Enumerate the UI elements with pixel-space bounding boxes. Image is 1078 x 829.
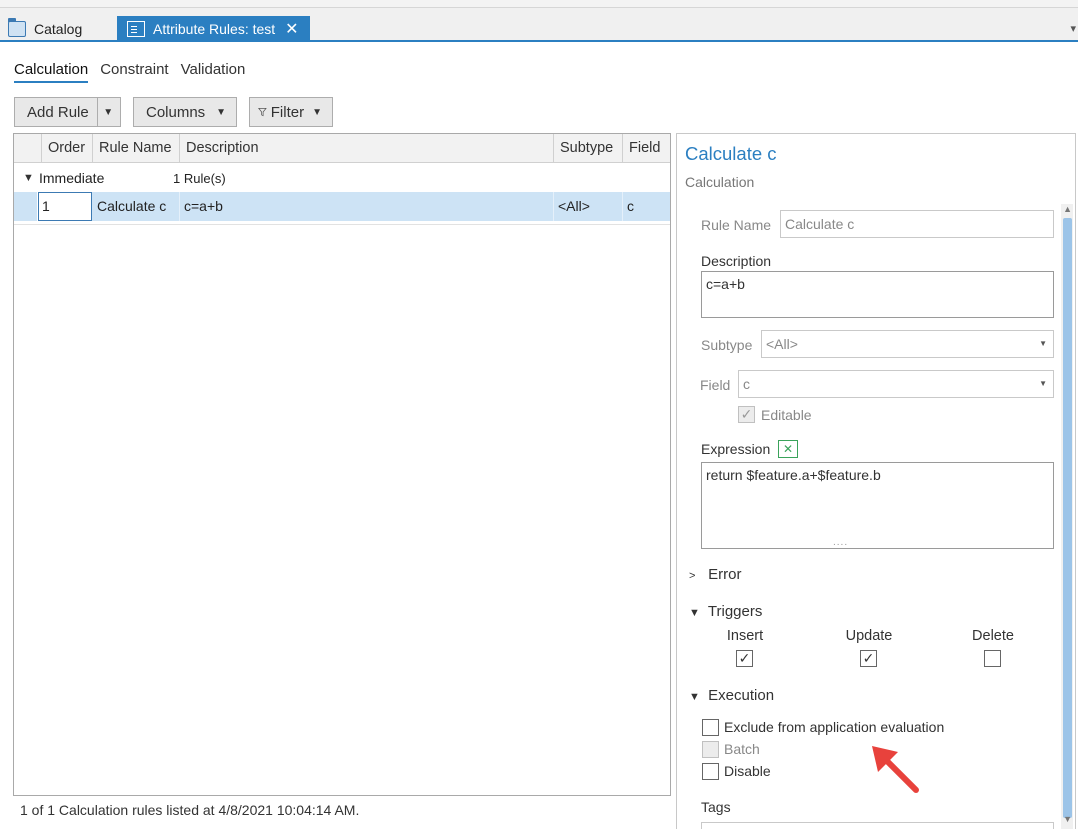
execution-section-header[interactable]: ▼ Execution [689,687,774,704]
annotation-arrow-icon [872,746,919,793]
rule-details-panel: Calculate c Calculation Rule Name Calcul… [676,133,1076,829]
columns-button[interactable]: Columns ▼ [133,97,237,127]
error-label: Error [708,566,742,583]
expression-field[interactable]: return $feature.a+$feature.b [701,462,1054,549]
field-dropdown-icon: ▼ [1039,379,1047,388]
group-count: 1 Rule(s) [173,170,226,186]
cell-rule-name[interactable]: Calculate c [93,192,180,221]
disable-checkbox[interactable] [702,763,719,780]
catalog-folder-icon [8,18,26,37]
rules-grid: Order Rule Name Description Subtype Fiel… [13,133,671,796]
tab-validation[interactable]: Validation [181,61,246,83]
close-tab-icon[interactable]: ✕ [285,19,298,39]
row-header-corner [14,134,42,163]
error-section-header[interactable]: > Error [689,566,742,583]
tab-calculation[interactable]: Calculation [14,61,89,83]
add-rule-split-button: Add Rule ▼ [14,97,121,127]
scroll-up-icon[interactable]: ▲ [1063,204,1072,214]
subtype-label: Subtype [701,337,753,353]
expression-builder-icon[interactable]: ✕ [778,440,798,458]
expand-chevron-icon: > [689,570,696,582]
trigger-delete-label: Delete [972,628,1014,644]
column-header-field[interactable]: Field [623,134,670,163]
filter-funnel-icon [258,107,267,117]
resize-grip-icon[interactable]: .... [833,537,848,548]
triggers-section-header[interactable]: ▼ Triggers [689,603,762,620]
cell-description[interactable]: c=a+b [180,192,554,221]
filter-dropdown-icon: ▼ [312,106,322,118]
tab-constraint[interactable]: Constraint [100,61,168,83]
exclude-from-evaluation-checkbox[interactable] [702,719,719,736]
batch-checkbox[interactable] [702,741,719,758]
tab-attribute-rules-label: Attribute Rules: test [153,21,276,37]
description-field[interactable]: c=a+b [701,271,1054,318]
top-strip [0,0,1078,8]
subtype-dropdown-icon: ▼ [1039,339,1047,348]
subtype-select[interactable]: <All> ▼ [761,330,1054,358]
trigger-update-checkbox[interactable]: ✓ [860,650,877,667]
expression-label: Expression [701,441,771,457]
filter-button[interactable]: Filter ▼ [249,97,333,127]
collapse-chevron-icon: ▼ [689,607,700,619]
add-rule-dropdown-icon[interactable]: ▼ [96,98,119,126]
field-value: c [743,376,750,392]
trigger-update-label: Update [845,628,893,644]
rule-name-field[interactable]: Calculate c [780,210,1054,238]
row-separator [14,224,670,225]
columns-dropdown-icon: ▼ [216,106,226,118]
editable-label: Editable [761,407,812,423]
triggers-label: Triggers [707,603,763,620]
grid-header: Order Rule Name Description Subtype Fiel… [14,134,670,163]
panel-title: Calculate c [685,143,777,164]
tags-field[interactable] [701,822,1054,829]
filter-label: Filter [270,103,305,121]
disable-label: Disable [724,763,771,779]
editable-checkbox[interactable]: ✓ [738,406,755,423]
cell-field[interactable]: c [623,192,670,221]
column-header-subtype[interactable]: Subtype [554,134,623,163]
tab-attribute-rules[interactable]: Attribute Rules: test ✕ [117,16,310,42]
document-tab-bar: Catalog Attribute Rules: test ✕ ▾ [0,8,1078,42]
panel-scrollbar-thumb[interactable] [1063,218,1072,818]
description-label: Description [701,253,772,269]
field-label: Field [700,377,731,393]
group-row-immediate[interactable]: ▼ Immediate 1 Rule(s) [14,164,670,192]
group-name: Immediate [39,170,105,186]
columns-label: Columns [146,103,206,121]
trigger-insert-checkbox[interactable]: ✓ [736,650,753,667]
panel-subtitle: Calculation [685,174,755,190]
rules-toolbar: Add Rule ▼ Columns ▼ Filter ▼ [14,97,333,127]
scroll-down-icon[interactable]: ▼ [1063,814,1072,824]
row-selector[interactable] [14,192,38,221]
column-header-description[interactable]: Description [180,134,554,163]
add-rule-button[interactable]: Add Rule [15,98,97,126]
tab-list-chevron-icon[interactable]: ▾ [1070,22,1076,35]
exclude-from-evaluation-label: Exclude from application evaluation [724,719,945,735]
batch-label: Batch [724,741,760,757]
tags-label: Tags [701,799,731,815]
attribute-rules-icon [127,21,145,37]
trigger-delete-checkbox[interactable] [984,650,1001,667]
trigger-insert-label: Insert [726,628,764,644]
cell-order[interactable]: 1 [38,192,92,221]
tab-catalog-label: Catalog [34,21,83,37]
column-header-order[interactable]: Order [42,134,93,163]
subtype-value: <All> [766,336,798,352]
column-header-rule-name[interactable]: Rule Name [93,134,180,163]
rule-type-tabs: Calculation Constraint Validation [14,61,245,83]
execution-label: Execution [708,687,775,704]
collapse-chevron-icon: ▼ [689,691,700,703]
collapse-chevron-icon[interactable]: ▼ [23,172,39,184]
cell-subtype[interactable]: <All> [554,192,623,221]
status-bar-text: 1 of 1 Calculation rules listed at 4/8/2… [20,802,360,818]
table-row[interactable]: 1 Calculate c c=a+b <All> c [14,192,670,221]
field-select[interactable]: c ▼ [738,370,1054,398]
tab-catalog[interactable]: Catalog [0,16,112,42]
rule-name-label: Rule Name [701,217,772,233]
